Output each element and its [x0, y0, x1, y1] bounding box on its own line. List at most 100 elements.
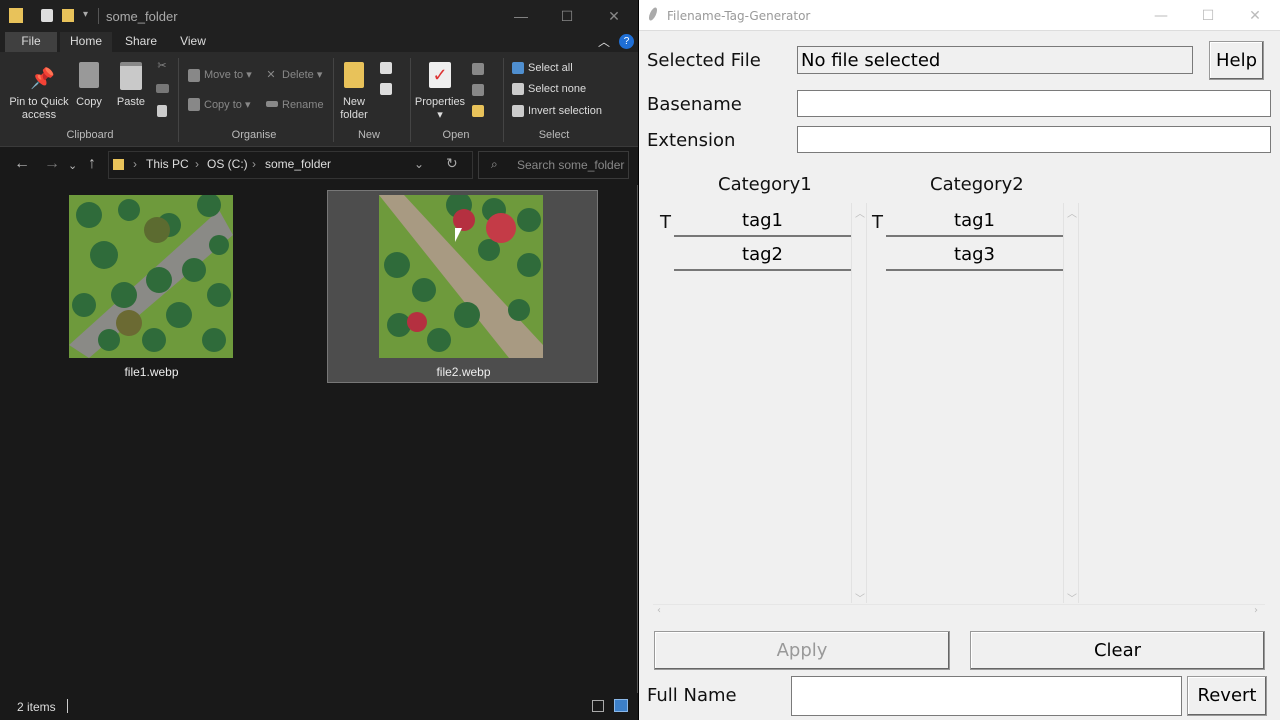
help-button[interactable]: Help	[1209, 41, 1264, 80]
search-placeholder: Search some_folder	[517, 158, 625, 172]
basename-input[interactable]	[797, 90, 1271, 117]
breadcrumb-folder[interactable]: some_folder	[265, 157, 331, 171]
collapse-ribbon-icon[interactable]: ︿	[598, 33, 610, 50]
tab-share[interactable]: Share	[116, 32, 166, 52]
selected-file-label: Selected File	[647, 50, 761, 71]
scroll-left-icon[interactable]: ‹	[657, 605, 661, 616]
open-icon[interactable]	[472, 63, 484, 75]
address-dropdown-icon[interactable]: ⌄	[414, 157, 424, 171]
extension-input[interactable]	[797, 126, 1271, 153]
horizontal-scrollbar[interactable]	[653, 604, 1265, 618]
forward-icon[interactable]: →	[44, 155, 60, 173]
refresh-icon[interactable]: ↻	[446, 155, 458, 172]
properties-button[interactable]: Properties ▾	[414, 96, 466, 122]
properties-icon: ✓	[429, 62, 451, 88]
item-count: 2 items	[17, 700, 56, 714]
status-bar: 2 items	[0, 693, 638, 720]
tag-button[interactable]: tag2	[674, 239, 851, 271]
select-none-button[interactable]: Select none	[528, 83, 608, 96]
move-to-button[interactable]: Move to ▾	[204, 69, 254, 82]
selected-file-field: No file selected	[797, 46, 1193, 74]
clipboard-group-label: Clipboard	[66, 129, 114, 141]
breadcrumb-separator: ›	[195, 157, 199, 171]
file-tile[interactable]: file1.webp	[16, 190, 287, 383]
large-icons-view-icon[interactable]	[614, 699, 628, 712]
file-name: file1.webp	[124, 365, 179, 379]
paste-icon	[120, 62, 142, 90]
new-folder-button[interactable]: New folder	[336, 96, 372, 122]
new-group-label: New	[357, 129, 380, 141]
tab-view[interactable]: View	[168, 32, 218, 52]
back-icon[interactable]: ←	[14, 155, 30, 173]
invert-selection-button[interactable]: Invert selection	[528, 105, 628, 118]
category-mode-toggle[interactable]: T	[872, 212, 883, 233]
copy-path-icon[interactable]	[156, 84, 169, 93]
help-icon[interactable]: ?	[619, 34, 634, 49]
open-group-label: Open	[442, 129, 470, 141]
tag-button[interactable]: tag1	[674, 205, 851, 237]
app-titlebar: Filename-Tag-Generator — ☐ ✕	[639, 0, 1280, 31]
scroll-right-icon[interactable]: ›	[1254, 605, 1258, 616]
maximize-button[interactable]: ☐	[1198, 8, 1218, 24]
tag-button[interactable]: tag1	[886, 205, 1063, 237]
minimize-button[interactable]: —	[1151, 8, 1171, 24]
invert-selection-icon	[512, 105, 524, 117]
category-scrollbar[interactable]	[1063, 203, 1079, 603]
minimize-button[interactable]: —	[511, 8, 531, 24]
delete-button[interactable]: Delete ▾	[282, 69, 326, 82]
close-button[interactable]: ✕	[604, 8, 624, 25]
edit-icon[interactable]	[472, 84, 484, 96]
up-icon[interactable]: ↑	[88, 155, 96, 173]
details-view-icon[interactable]	[592, 700, 604, 712]
history-icon[interactable]	[472, 105, 484, 117]
category-scrollbar[interactable]	[851, 203, 867, 603]
rename-icon	[266, 101, 278, 107]
scroll-up-icon[interactable]: ︿	[1067, 205, 1077, 220]
scroll-down-icon[interactable]: ﹀	[855, 590, 865, 605]
search-input[interactable]: ⌕ Search some_folder	[478, 151, 629, 179]
folder-icon	[9, 8, 23, 23]
full-name-label: Full Name	[647, 685, 737, 706]
file-tile-selected[interactable]: file2.webp	[327, 190, 598, 383]
extension-label: Extension	[647, 130, 736, 151]
move-to-icon	[188, 69, 200, 82]
select-all-button[interactable]: Select all	[528, 62, 608, 75]
maximize-button[interactable]: ☐	[557, 8, 577, 25]
breadcrumb-this-pc[interactable]: This PC	[146, 157, 189, 171]
app-title: Filename-Tag-Generator	[667, 9, 811, 23]
copy-to-icon	[188, 98, 200, 111]
scroll-up-icon[interactable]: ︿	[855, 205, 865, 220]
new-folder-icon	[344, 62, 364, 88]
cut-icon[interactable]: ✂	[155, 60, 169, 73]
tab-file[interactable]: File	[5, 32, 57, 52]
tab-home[interactable]: Home	[60, 32, 112, 52]
organise-group-label: Organise	[231, 129, 277, 141]
breadcrumb-drive[interactable]: OS (C:)	[207, 157, 248, 171]
clear-button[interactable]: Clear	[970, 631, 1265, 670]
pin-to-quick-access-button[interactable]: Pin to Quick access	[6, 96, 72, 122]
scroll-down-icon[interactable]: ﹀	[1067, 590, 1077, 605]
tag-generator-window: Filename-Tag-Generator — ☐ ✕ Selected Fi…	[639, 0, 1280, 720]
recent-locations-icon[interactable]: ⌄	[68, 159, 77, 172]
revert-button[interactable]: Revert	[1187, 676, 1267, 716]
file-name: file2.webp	[436, 365, 491, 379]
chevron-down-icon[interactable]: ▾	[83, 9, 88, 20]
new-item-icon[interactable]	[380, 62, 392, 74]
paste-button[interactable]: Paste	[114, 96, 148, 109]
category-mode-toggle[interactable]: T	[660, 212, 671, 233]
search-icon: ⌕	[491, 157, 498, 171]
new-folder-quick-icon[interactable]	[62, 9, 74, 22]
tag-button[interactable]: tag3	[886, 239, 1063, 271]
copy-button[interactable]: Copy	[72, 96, 106, 109]
full-name-input[interactable]	[791, 676, 1182, 716]
select-all-icon	[512, 62, 524, 74]
apply-button[interactable]: Apply	[654, 631, 950, 670]
properties-quick-icon[interactable]	[41, 9, 53, 22]
close-button[interactable]: ✕	[1245, 8, 1265, 24]
file-explorer-window: ▾ some_folder — ☐ ✕ File Home Share View…	[0, 0, 638, 720]
easy-access-icon[interactable]	[380, 83, 392, 95]
copy-to-button[interactable]: Copy to ▾	[204, 99, 254, 112]
mouse-cursor-icon	[455, 228, 462, 242]
rename-button[interactable]: Rename	[282, 99, 326, 112]
paste-shortcut-icon[interactable]	[157, 105, 167, 117]
